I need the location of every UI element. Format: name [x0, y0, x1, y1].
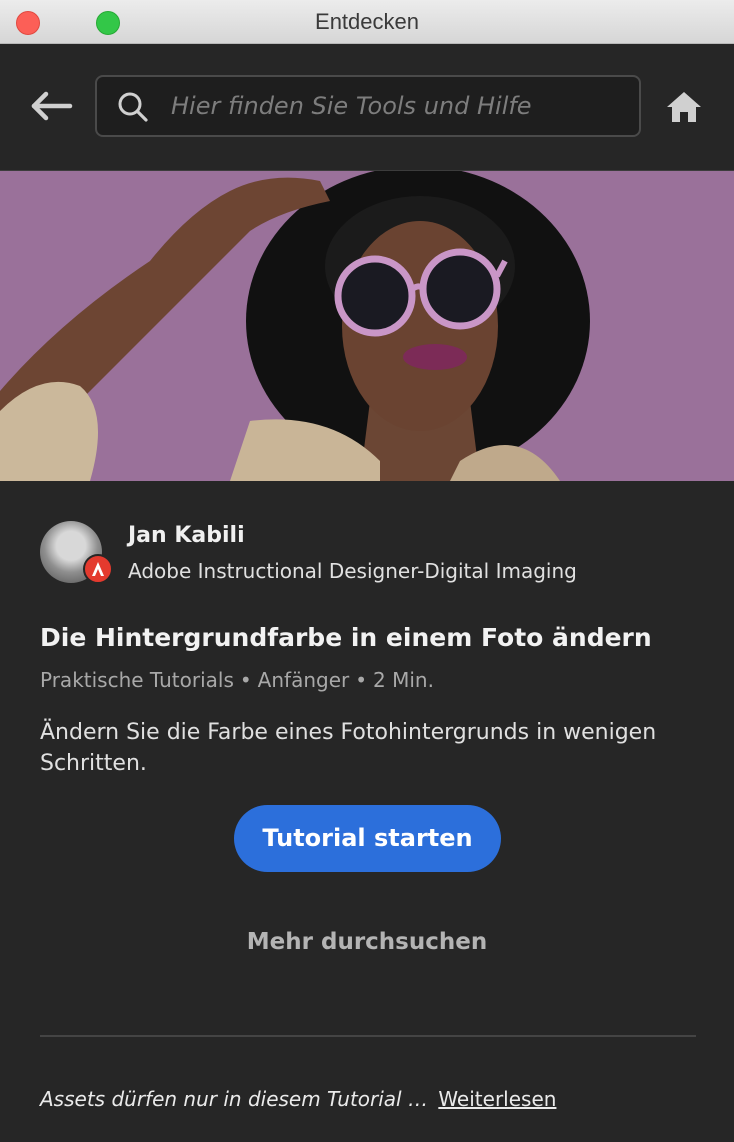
back-button[interactable]: [30, 90, 74, 122]
divider: [40, 1035, 696, 1037]
search-icon: [118, 92, 148, 122]
read-more-link[interactable]: Weiterlesen: [438, 1087, 556, 1111]
tutorial-description: Ändern Sie die Farbe eines Fotohintergru…: [40, 720, 657, 776]
tutorial-meta: Praktische Tutorials • Anfänger • 2 Min.: [40, 668, 434, 692]
home-icon: [667, 92, 701, 122]
window-title: Entdecken: [315, 9, 419, 34]
tutorial-content: Jan Kabili Adobe Instructional Designer-…: [0, 481, 734, 1142]
tutorial-level: Anfänger: [257, 668, 350, 692]
author-avatar: [40, 521, 113, 584]
start-tutorial-button[interactable]: Tutorial starten: [234, 805, 501, 872]
meta-separator: •: [355, 668, 368, 692]
hero-image: [0, 171, 734, 481]
tutorial-duration: 2 Min.: [373, 668, 434, 692]
tutorial-category: Praktische Tutorials: [40, 668, 234, 692]
browse-more-button[interactable]: Mehr durchsuchen: [0, 929, 734, 955]
search-input[interactable]: [171, 77, 631, 135]
arrow-left-icon: [31, 91, 73, 121]
footer-note-text: Assets dürfen nur in diesem Tutorial …: [40, 1087, 428, 1111]
home-button[interactable]: [665, 89, 703, 125]
author-name: Jan Kabili: [128, 523, 245, 548]
adobe-icon: [83, 554, 113, 584]
toolbar: [0, 44, 734, 171]
tutorial-title: Die Hintergrundfarbe in einem Foto änder…: [40, 623, 652, 652]
search-box[interactable]: [95, 75, 641, 137]
window-titlebar: Entdecken: [0, 0, 734, 44]
author-title: Adobe Instructional Designer-Digital Ima…: [128, 559, 577, 583]
footer-note: Assets dürfen nur in diesem Tutorial … W…: [40, 1087, 556, 1111]
meta-separator: •: [239, 668, 252, 692]
portrait-illustration: [0, 171, 734, 481]
